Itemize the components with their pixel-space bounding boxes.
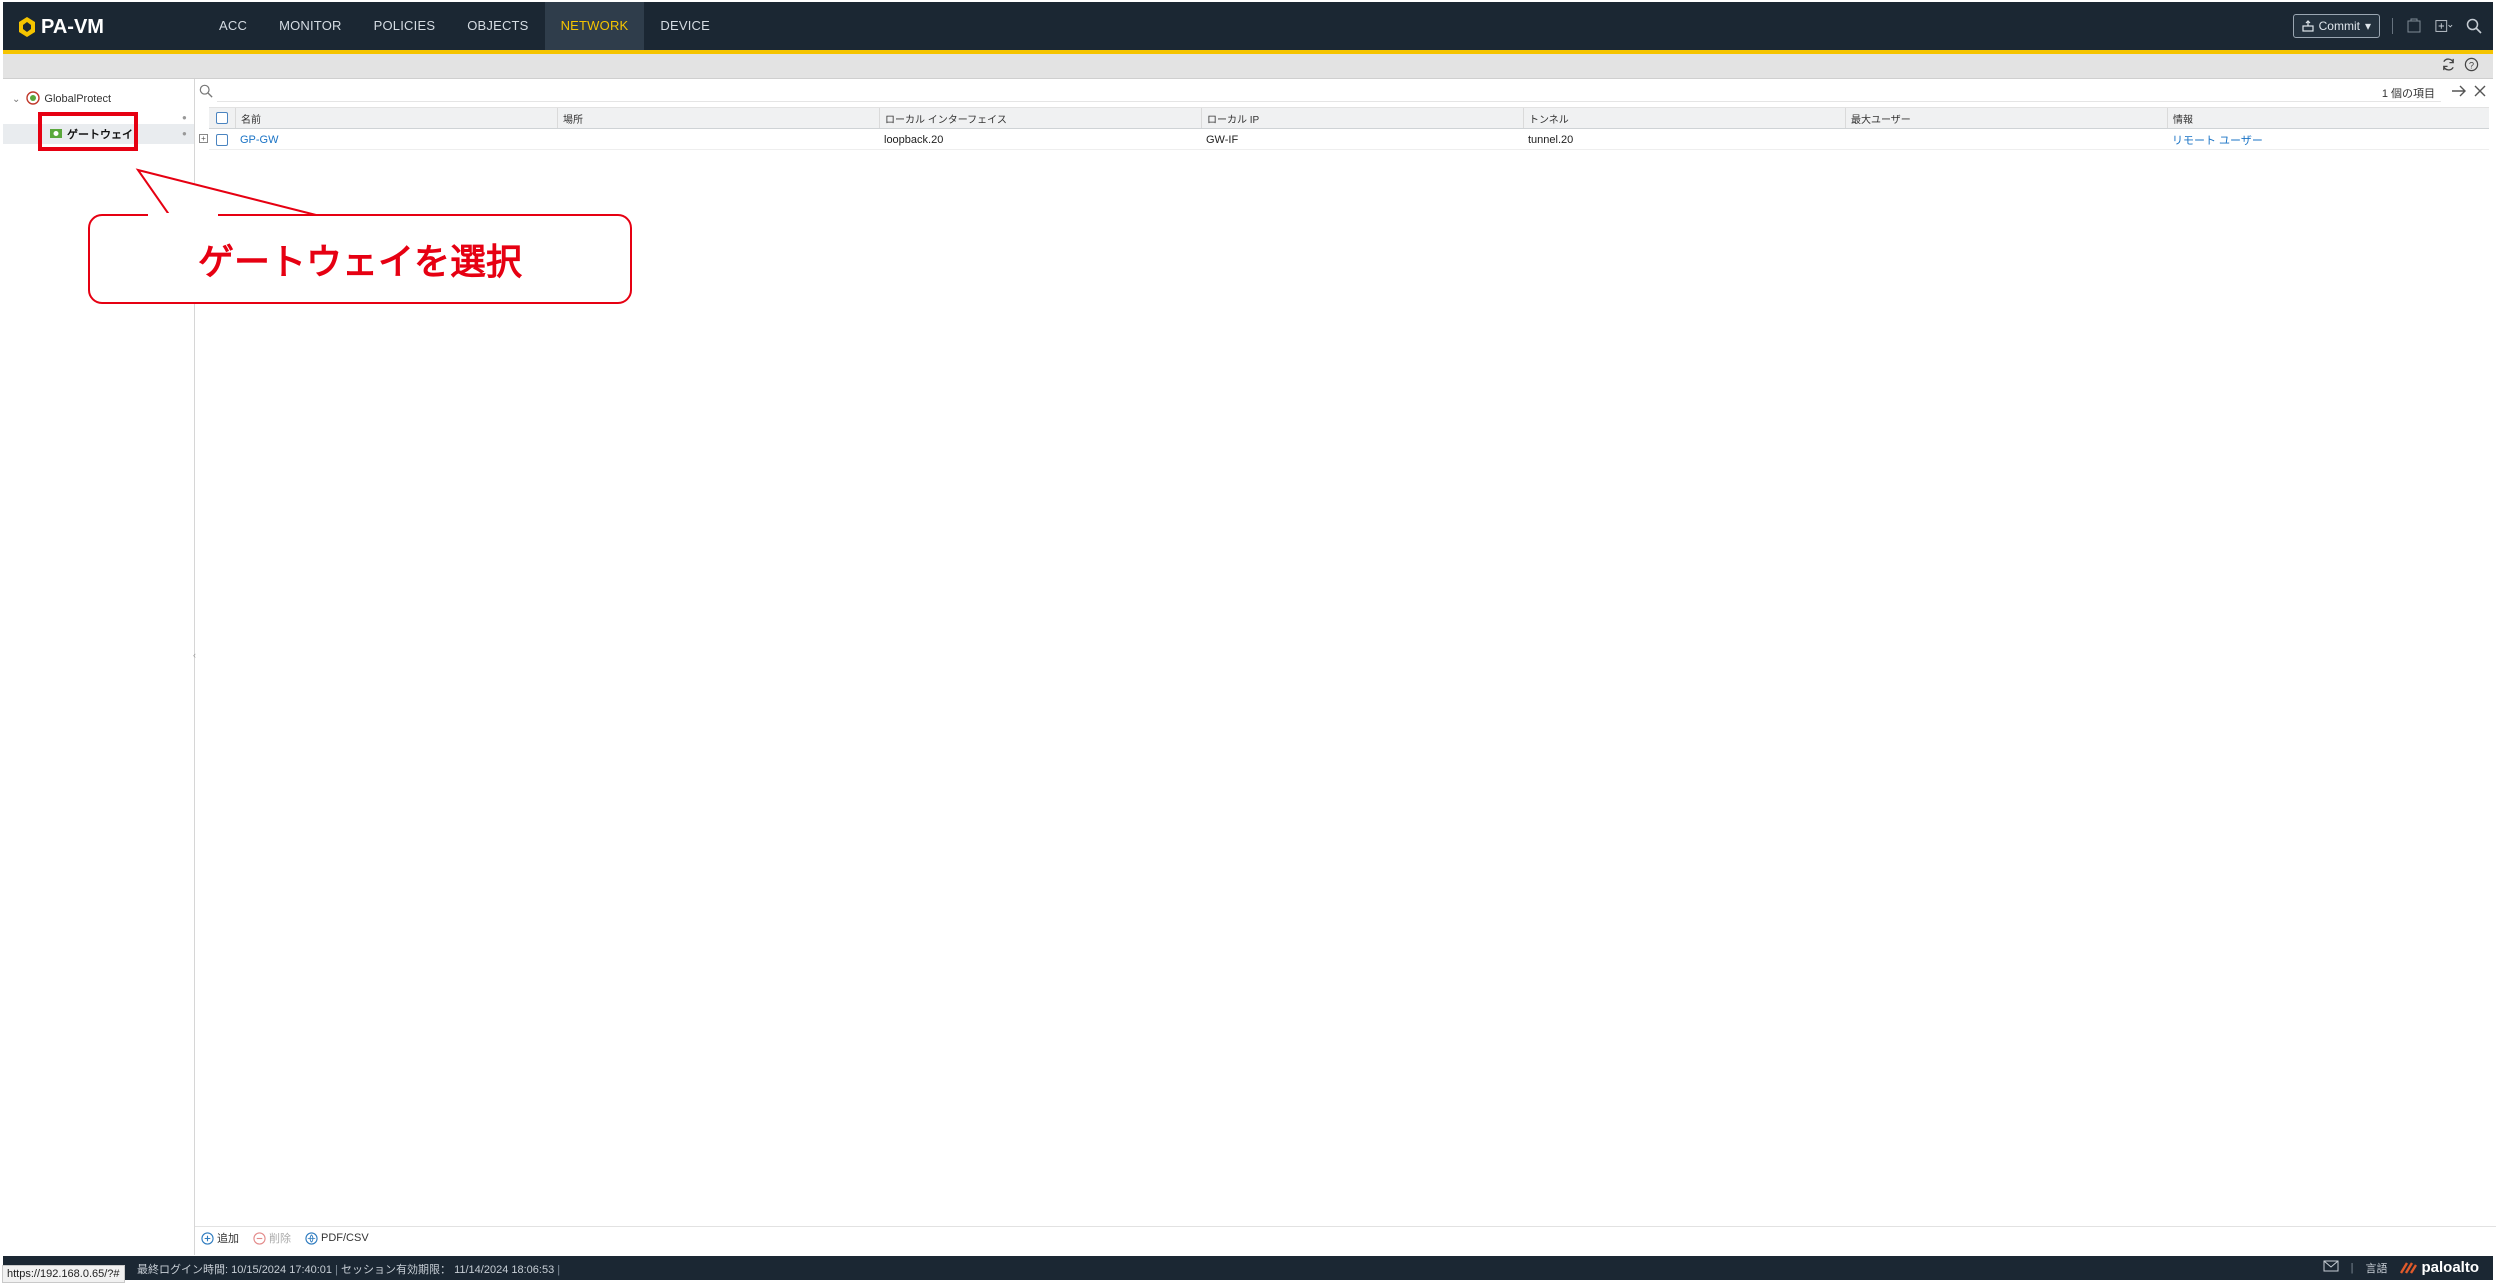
select-all-checkbox[interactable] [216, 112, 228, 124]
config-lock-icon[interactable] [2405, 17, 2423, 35]
pa-logo-icon [19, 17, 35, 37]
gateway-name-link[interactable]: GP-GW [240, 134, 279, 146]
help-icon[interactable]: ? [2464, 57, 2479, 75]
select-all-cell [209, 112, 235, 124]
tab-network[interactable]: NETWORK [544, 2, 645, 50]
delete-icon [253, 1231, 266, 1245]
status-right: | 言語 paloalto [2323, 1259, 2479, 1276]
column-header-local-ip[interactable]: ローカル IP [1201, 108, 1523, 128]
commit-icon [2302, 20, 2314, 32]
tree-item-globalprotect[interactable]: ⌄ GlobalProtect [3, 89, 194, 109]
delete-button[interactable]: 削除 [253, 1230, 291, 1246]
search-icon [199, 84, 213, 101]
clear-filter-icon[interactable] [2473, 84, 2487, 101]
column-header-name[interactable]: 名前 [235, 108, 557, 128]
status-bar: 最終ログイン時間: 10/15/2024 17:40:01 | セッション有効期… [3, 1256, 2493, 1280]
svg-text:?: ? [2469, 60, 2474, 70]
commit-label: Commit [2318, 19, 2360, 33]
cell-local-ip: GW-IF [1206, 133, 1239, 146]
tab-policies[interactable]: POLICIES [358, 2, 452, 50]
tree-item-label: GlobalProtect [44, 93, 112, 105]
column-header-location[interactable]: 場所 [557, 108, 879, 128]
refresh-icon[interactable] [2441, 57, 2456, 75]
cell-name: GP-GW [235, 130, 557, 149]
bottom-action-bar: 追加 削除 PDF/CSV [195, 1226, 2496, 1249]
cell-local-interface: loopback.20 [884, 133, 944, 146]
filter-input[interactable] [217, 83, 2441, 102]
expand-row-icon[interactable]: + [199, 134, 208, 143]
tab-objects[interactable]: OBJECTS [451, 2, 544, 50]
item-count: 1 個の項目 [2381, 88, 2435, 100]
main-nav: ACC MONITOR POLICIES OBJECTS NETWORK DEV… [203, 2, 726, 50]
column-header-local-interface[interactable]: ローカル インターフェイス [879, 108, 1201, 128]
mail-icon[interactable] [2323, 1260, 2339, 1275]
app-title: PA-VM [41, 15, 104, 38]
search-icon[interactable] [2465, 17, 2483, 35]
apply-filter-icon[interactable] [2451, 84, 2467, 101]
top-right-tools: Commit ▾ [2292, 12, 2483, 40]
globalprotect-icon [26, 90, 41, 108]
app-logo[interactable]: PA-VM [19, 14, 104, 40]
column-header-tunnel[interactable]: トンネル [1523, 108, 1845, 128]
row-select-cell [209, 133, 235, 146]
tab-acc[interactable]: ACC [203, 2, 263, 50]
paloalto-logo: paloalto [2399, 1259, 2479, 1276]
tab-monitor[interactable]: MONITOR [263, 2, 358, 50]
cell-location [557, 130, 879, 149]
cell-tunnel: tunnel.20 [1528, 133, 1574, 146]
drag-handle-icon[interactable]: ● [182, 129, 187, 138]
info-link[interactable]: リモート ユーザー [2172, 132, 2263, 148]
add-button[interactable]: 追加 [201, 1230, 239, 1246]
paloalto-mark-icon [2400, 1261, 2418, 1274]
drag-handle-icon[interactable]: ● [182, 113, 187, 122]
top-nav-bar: PA-VM ACC MONITOR POLICIES OBJECTS NETWO… [3, 2, 2493, 54]
language-link[interactable]: 言語 [2365, 1260, 2387, 1276]
table-header: 名前 場所 ローカル インターフェイス ローカル IP トンネル 最大ユーザー … [209, 107, 2489, 129]
tab-device[interactable]: DEVICE [644, 2, 726, 50]
highlight-box [38, 112, 138, 151]
url-tooltip: https://192.168.0.65/?# [2, 1265, 125, 1283]
pdf-csv-button[interactable]: PDF/CSV [305, 1231, 369, 1245]
column-header-info[interactable]: 情報 [2167, 108, 2489, 128]
main-panel: 1 個の項目 名前 場所 ローカル インターフェイス ローカル IP トンネル … [195, 79, 2496, 1255]
last-login-text: 最終ログイン時間: 10/15/2024 17:40:01 [137, 1264, 333, 1276]
cell-info: リモート ユーザー [2167, 130, 2489, 149]
column-header-max-users[interactable]: 最大ユーザー [1845, 108, 2167, 128]
delete-label: 削除 [269, 1233, 291, 1245]
session-info: 最終ログイン時間: 10/15/2024 17:40:01 | セッション有効期… [137, 1261, 560, 1277]
sub-toolbar: ? [3, 54, 2493, 79]
tasks-icon[interactable] [2435, 17, 2453, 35]
export-icon [305, 1231, 318, 1245]
pdf-csv-label: PDF/CSV [321, 1232, 369, 1244]
chevron-down-icon[interactable]: ⌄ [12, 94, 20, 105]
cell-max-users [1845, 130, 2167, 149]
filter-bar: 1 個の項目 [195, 81, 2493, 103]
divider: | [557, 1264, 561, 1276]
add-icon [201, 1231, 214, 1245]
row-checkbox[interactable] [216, 133, 228, 146]
brand-text: paloalto [2421, 1259, 2479, 1276]
add-label: 追加 [217, 1233, 239, 1245]
chevron-down-icon: ▾ [2364, 19, 2371, 33]
table-row[interactable]: + GP-GW loopback.20 GW-IF tunnel.20 リモート… [199, 130, 2489, 150]
divider [2392, 18, 2393, 34]
commit-button[interactable]: Commit ▾ [2292, 14, 2380, 38]
divider: | [2350, 1261, 2354, 1274]
session-expiry-text: セッション有効期限： 11/14/2024 18:06:53 [341, 1264, 555, 1276]
